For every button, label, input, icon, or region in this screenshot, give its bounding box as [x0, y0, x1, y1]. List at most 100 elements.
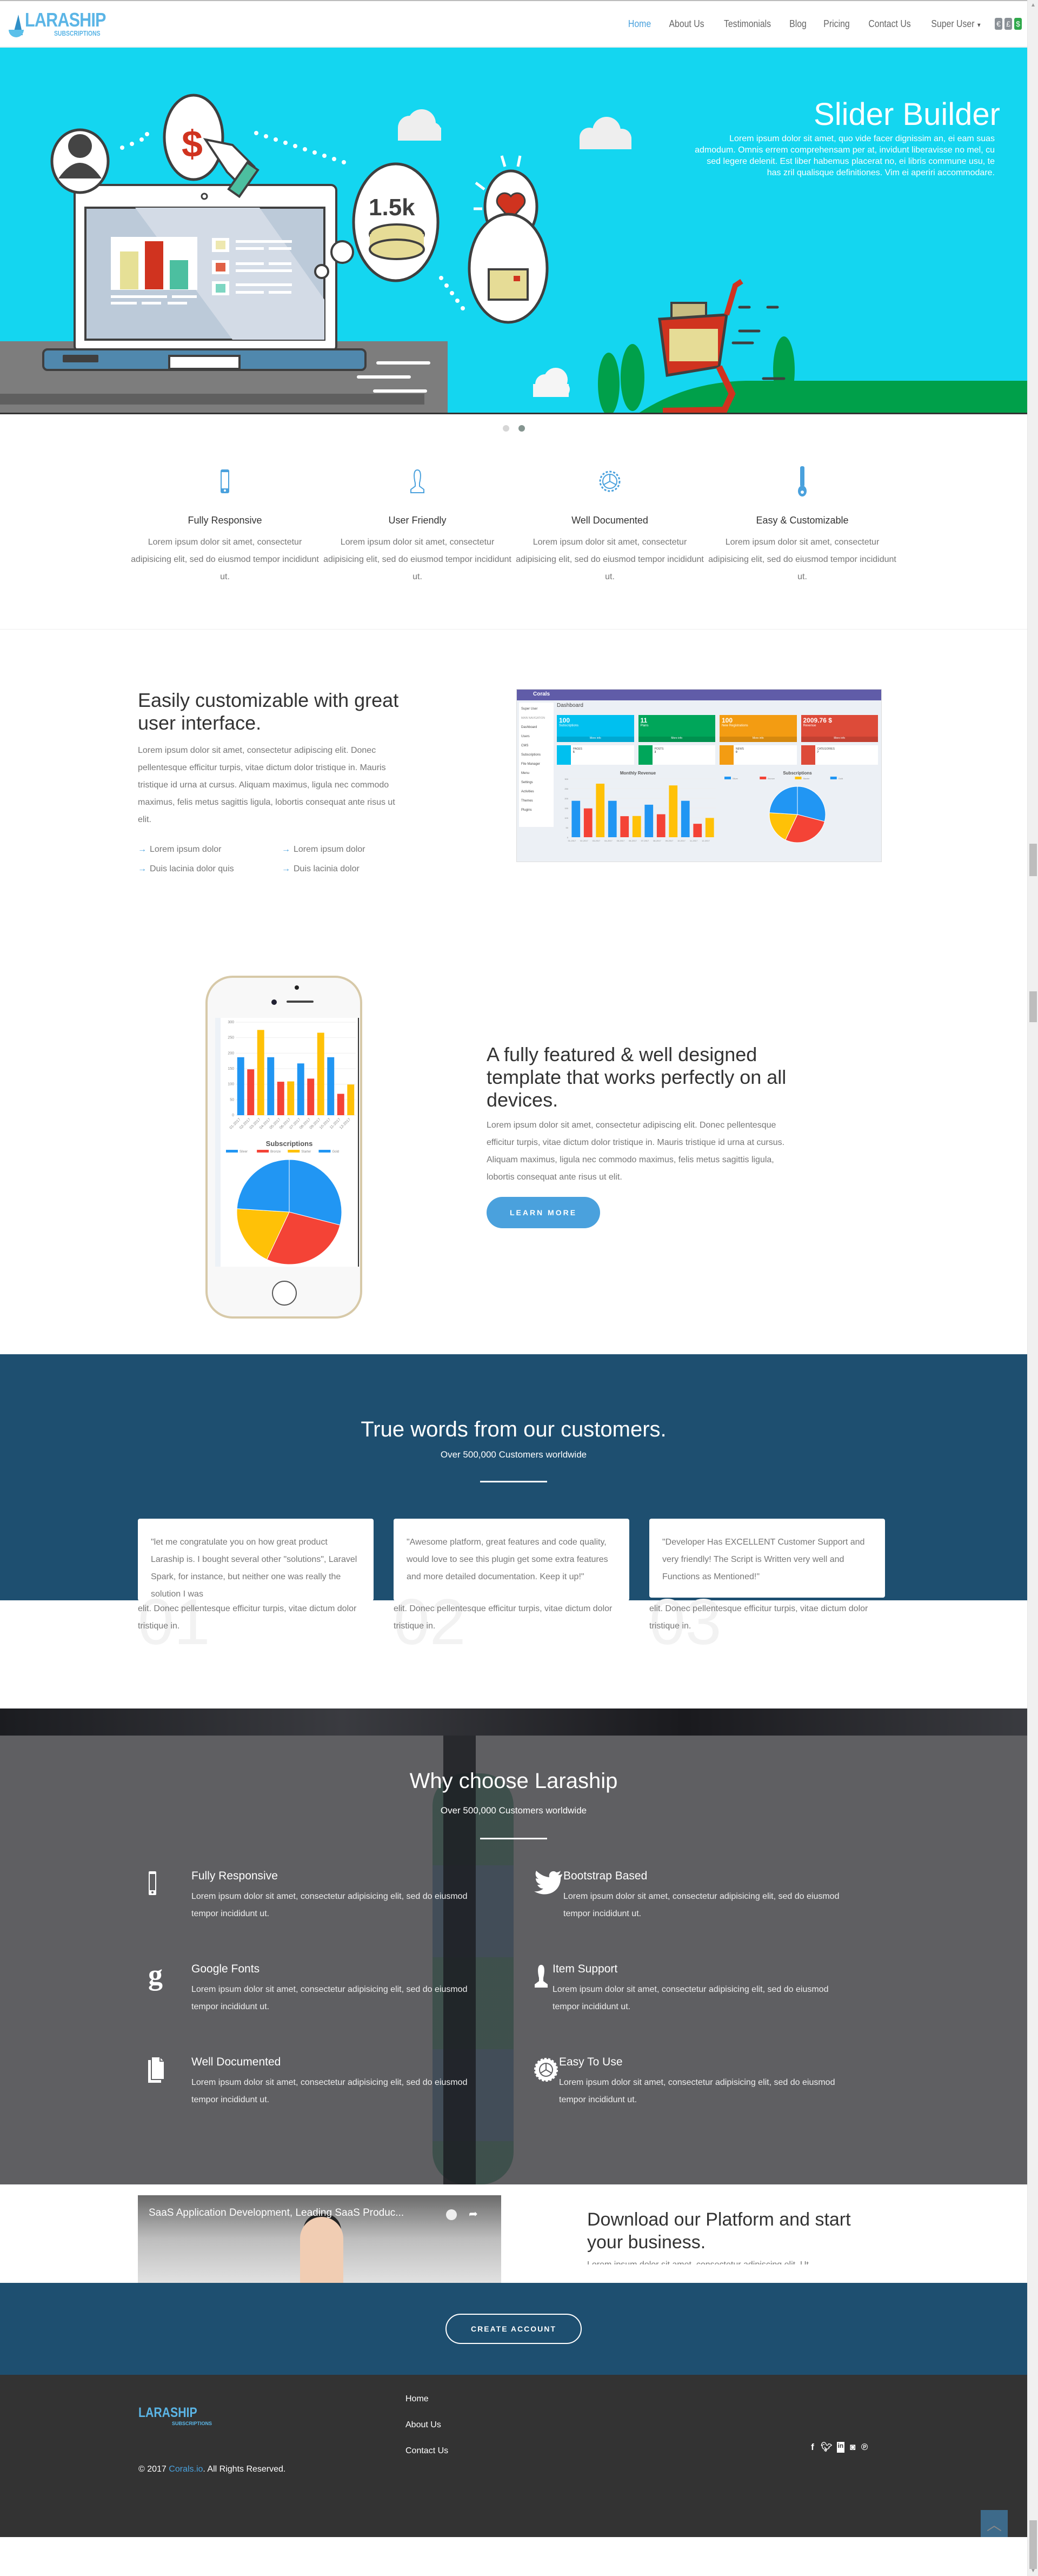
bar: [257, 1030, 264, 1115]
chart-title: Subscriptions: [783, 771, 812, 776]
facebook-icon[interactable]: f: [809, 2442, 816, 2453]
pinterest-icon[interactable]: ℗: [861, 2442, 868, 2453]
slider-dot-1[interactable]: [502, 425, 509, 432]
y-tick-label: 300: [564, 778, 568, 780]
twitter-icon[interactable]: 🐦︎: [821, 2442, 833, 2453]
document-icon: [146, 2056, 191, 2115]
legend-swatch: [226, 1150, 238, 1153]
chart-title: Monthly Revenue: [620, 771, 656, 776]
why-item: Well Documented Lorem ipsum dolor sit ame…: [146, 2056, 531, 2115]
arrow-right-icon: →: [282, 845, 290, 854]
dashboard-sidebar-item: CMS: [521, 744, 529, 747]
feature-title: Well Documented: [571, 515, 648, 526]
watch-later-icon[interactable]: [446, 2209, 457, 2220]
linkedin-icon[interactable]: in: [836, 2442, 845, 2453]
dashboard-sidebar-item: Subscriptions: [521, 753, 541, 757]
user-menu-dropdown[interactable]: Super User ▼: [931, 18, 981, 30]
bar: [620, 816, 629, 837]
x-tick-label: 09-2017: [666, 839, 674, 842]
chevron-up-icon: ︿: [986, 2517, 1002, 2533]
mobile-icon: [129, 464, 321, 499]
dashboard-stat-box: 100 New Registrations More info: [720, 715, 797, 742]
instagram-icon[interactable]: ◙: [849, 2442, 856, 2453]
x-tick-label: 10-2017: [677, 839, 686, 842]
bar: [644, 804, 654, 837]
feature-list: → Lorem ipsum dolor → Lorem ipsum dolor → D…: [138, 842, 408, 877]
dashboard-sidebar-item: Plugins: [521, 809, 532, 812]
bar: [656, 814, 666, 837]
nav-blog[interactable]: Blog: [789, 18, 807, 30]
footer-link-contact-us[interactable]: Contact Us: [405, 2446, 448, 2456]
share-icon[interactable]: ➦: [469, 2207, 478, 2221]
scroll-up-arrow[interactable]: ▲: [1030, 2, 1036, 8]
currency-pound-button[interactable]: £: [1004, 18, 1012, 30]
y-tick-label: 250: [564, 787, 568, 790]
nav-contact-us[interactable]: Contact Us: [868, 18, 910, 30]
slider-dot-2[interactable]: [518, 425, 525, 432]
video-title[interactable]: SaaS Application Development, Leading Sa…: [149, 2207, 404, 2219]
learn-more-button[interactable]: LEARN MORE: [487, 1197, 600, 1228]
back-to-top-button[interactable]: ︿: [981, 2510, 1008, 2537]
legend-swatch: [795, 777, 802, 779]
phone-home-button: [272, 1281, 297, 1306]
site-header: LARASHIP SUBSCRIPTIONS Home About Us Tes…: [0, 0, 1027, 48]
feature-title: Easy & Customizable: [756, 515, 849, 526]
feature-text: Lorem ipsum dolor sit amet, consectetur …: [708, 538, 896, 581]
hero-title: Slider Builder: [814, 97, 1000, 132]
nav-testimonials[interactable]: Testimonials: [724, 18, 771, 30]
footer-link-home[interactable]: Home: [405, 2394, 448, 2404]
x-tick-label: 11-2017: [690, 839, 698, 842]
features-section: Fully Responsive Lorem ipsum dolor sit a…: [0, 442, 1027, 630]
bar: [693, 824, 702, 837]
monthly-revenue-chart: Monthly Revenue 0 50 100 150 200 250 300 01-2017…: [564, 771, 716, 842]
legend-label: Starter: [803, 777, 810, 780]
x-tick-label: 12-2017: [702, 839, 710, 842]
dashboard-screenshot: Corals Super User MAIN NAVIGATION Dashbo…: [516, 689, 882, 862]
list-item: → Duis lacinia dolor quis: [138, 864, 234, 873]
feature-text: Lorem ipsum dolor sit amet, consectetur …: [131, 538, 319, 581]
bar: [571, 800, 581, 837]
dashboard-count-box: CATEGORIES 7: [801, 745, 878, 765]
subscriptions-pie-chart: Subscriptions Silver Bronze Starter Gold: [724, 771, 843, 843]
corals-link[interactable]: Corals.io: [169, 2465, 203, 2474]
dashboard-sidebar-item: Users: [521, 735, 530, 738]
dashboard-topbar: Corals: [517, 690, 881, 700]
google-icon: g: [148, 1958, 163, 1991]
currency-dollar-button[interactable]: $: [1014, 18, 1022, 30]
footer-link-about-us[interactable]: About Us: [405, 2420, 448, 2430]
nav-pricing[interactable]: Pricing: [823, 18, 849, 30]
bar: [608, 800, 617, 837]
x-tick-label: 08-2017: [653, 839, 661, 842]
x-tick-label: 07-2017: [641, 839, 649, 842]
why-title: Why choose Laraship: [409, 1769, 618, 1793]
user-icon: [531, 1963, 553, 2022]
currency-euro-button[interactable]: €: [995, 18, 1002, 30]
slider-pagination: [0, 414, 1027, 442]
pie-slice: [769, 786, 798, 815]
why-item: Item Support Lorem ipsum dolor sit amet, …: [531, 1963, 855, 2022]
bar: [317, 1032, 324, 1115]
footer-logo[interactable]: LARASHIP SUBSCRIPTIONS: [138, 2405, 212, 2426]
scroll-down-arrow[interactable]: ▼: [1030, 2568, 1036, 2574]
site-logo[interactable]: LARASHIP SUBSCRIPTIONS: [8, 10, 120, 37]
bar: [237, 1057, 244, 1115]
scrollbar-thumb[interactable]: [1029, 844, 1037, 876]
legend-swatch: [830, 777, 837, 779]
legend-label: Silver: [733, 777, 738, 780]
why-item: Fully Responsive Lorem ipsum dolor sit am…: [146, 1870, 531, 1929]
mobile-icon: [146, 1870, 191, 1929]
create-account-button[interactable]: CREATE ACCOUNT: [445, 2314, 582, 2344]
legend-swatch: [257, 1150, 269, 1153]
page-scrollbar[interactable]: ▲ ▼: [1027, 0, 1038, 2576]
section-text: Lorem ipsum dolor sit amet, consectetur …: [487, 1121, 785, 1182]
nav-home[interactable]: Home: [628, 18, 651, 30]
nav-about-us[interactable]: About Us: [669, 18, 704, 30]
y-tick-label: 50: [230, 1098, 234, 1102]
y-tick-label: 150: [564, 807, 568, 810]
legend-swatch: [288, 1150, 300, 1153]
y-tick-label: 200: [564, 797, 568, 800]
legend-label: Bronze: [768, 777, 775, 780]
y-tick-label: 0: [232, 1114, 234, 1117]
download-title: Download our Platform and start your bus…: [587, 2209, 851, 2253]
phone-chart-title: Subscriptions: [265, 1140, 313, 1148]
